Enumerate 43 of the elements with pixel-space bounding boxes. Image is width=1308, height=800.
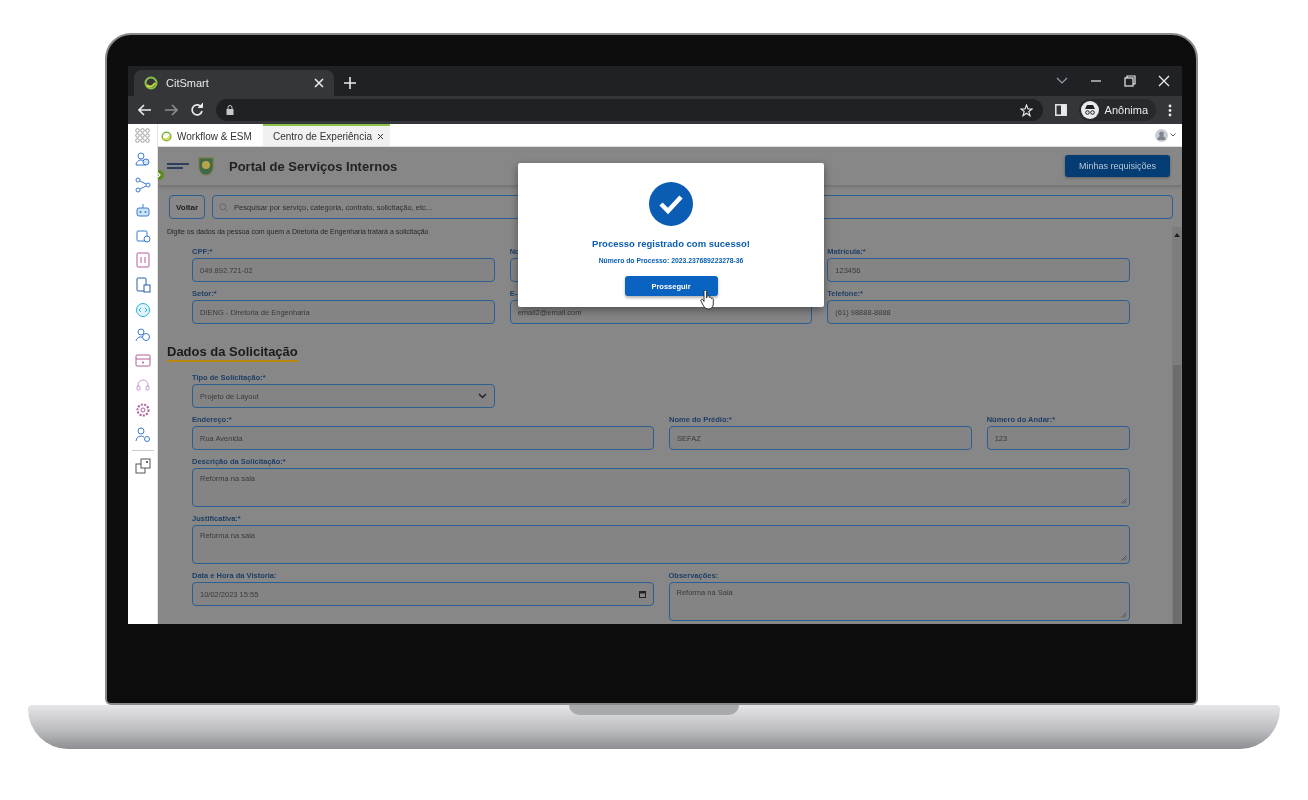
incognito-icon <box>1080 101 1099 119</box>
tab-title: CitSmart <box>166 77 210 89</box>
coat-of-arms-icon <box>197 156 215 176</box>
side-panel-icon[interactable] <box>1054 104 1067 116</box>
calendar-icon <box>638 590 646 598</box>
chevron-down-icon[interactable] <box>1170 133 1176 137</box>
chevron-down-icon <box>477 393 487 399</box>
resize-grip-icon <box>1121 555 1127 561</box>
scroll-up-icon[interactable] <box>1174 233 1180 237</box>
restore-icon[interactable] <box>1124 75 1136 87</box>
close-icon[interactable] <box>376 132 384 140</box>
swirl-logo-icon <box>144 76 158 90</box>
more-menu-icon[interactable] <box>1168 103 1172 117</box>
dialog-title: Processo registrado com sucesso! <box>592 238 750 249</box>
resize-grip-icon <box>1121 498 1127 504</box>
browser-tab[interactable]: CitSmart <box>134 70 334 96</box>
resize-grip-icon <box>1121 612 1127 618</box>
swirl-logo-icon <box>161 130 172 142</box>
star-icon[interactable] <box>1019 103 1033 117</box>
user-avatar-icon[interactable] <box>1155 128 1168 142</box>
lock-icon <box>226 105 234 115</box>
profile-button[interactable]: Anônima <box>1078 99 1156 121</box>
window-plus-icon[interactable] <box>134 458 151 474</box>
robot-icon[interactable] <box>134 202 151 218</box>
checkmark-circle-icon <box>649 182 693 226</box>
my-requests-button[interactable]: Minhas requisições <box>1064 155 1170 177</box>
back-arrow-icon[interactable] <box>138 104 152 116</box>
forward-arrow-icon[interactable] <box>164 104 178 116</box>
new-tab-icon[interactable] <box>344 77 356 89</box>
nodes-icon[interactable] <box>134 177 151 193</box>
app-tab[interactable]: Centro de Experiência <box>263 124 390 146</box>
page-title: Portal de Serviços Internos <box>229 158 398 174</box>
scrollbar[interactable] <box>1172 227 1182 624</box>
search-icon <box>219 202 229 212</box>
section-heading: Dados da Solicitação <box>167 344 298 362</box>
chevron-down-icon[interactable] <box>1056 77 1068 85</box>
app-tab[interactable]: Workflow & ESM <box>158 124 257 146</box>
code-badge-icon[interactable] <box>134 302 151 318</box>
people-icon[interactable] <box>134 152 151 168</box>
reload-icon[interactable] <box>190 103 204 117</box>
archive-box-icon[interactable] <box>134 352 151 368</box>
back-button[interactable]: Voltar <box>169 195 206 219</box>
users-icon[interactable] <box>134 327 151 343</box>
